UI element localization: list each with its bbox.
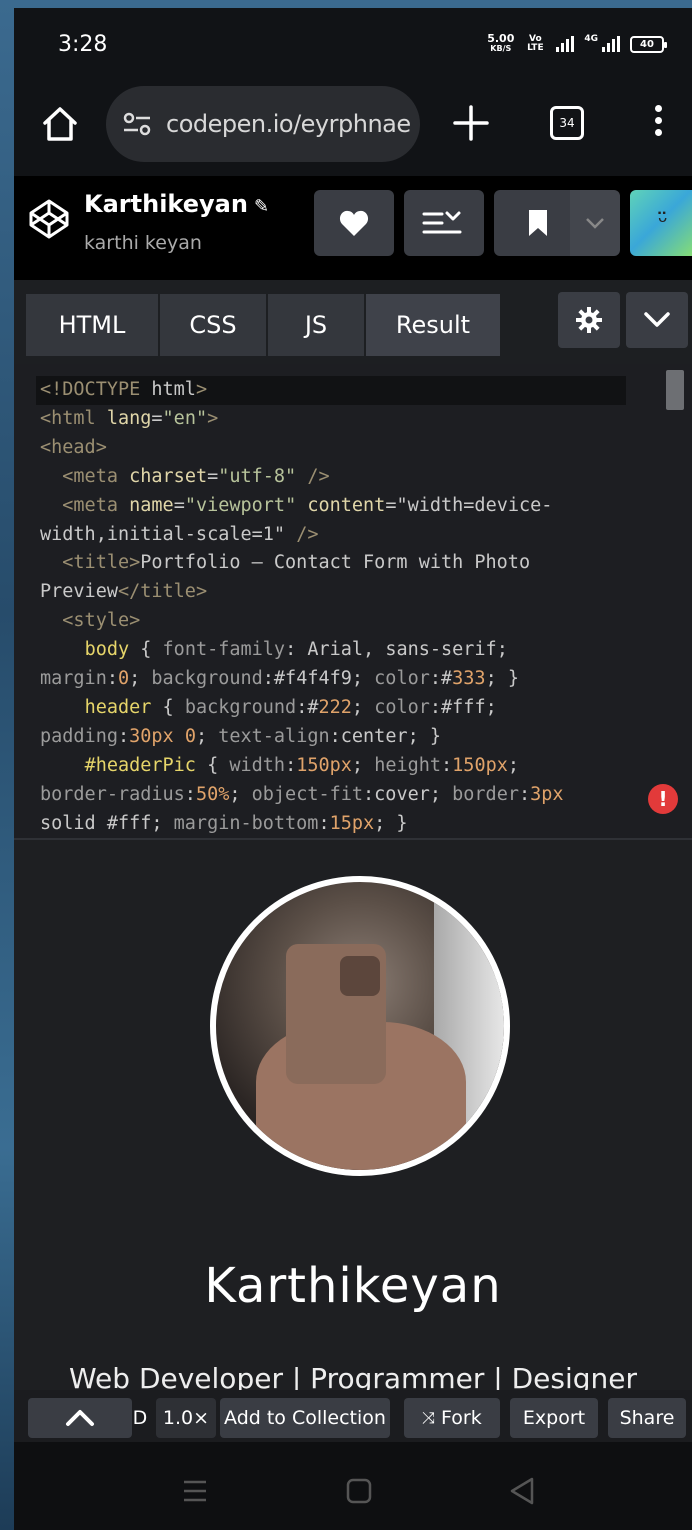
profile-photo: [210, 876, 510, 1176]
avatar-face-icon: ᵕ̈: [658, 208, 668, 236]
tab-css[interactable]: CSS: [160, 294, 266, 356]
tab-switcher-button[interactable]: 34: [550, 106, 584, 140]
bookmark-button[interactable]: [494, 190, 582, 256]
error-indicator-icon[interactable]: !: [648, 784, 678, 814]
network-speed-unit: KB/S: [490, 44, 512, 53]
user-avatar[interactable]: ᵕ̈: [630, 190, 692, 256]
pen-username[interactable]: karthi keyan: [84, 232, 202, 254]
code-line: <style>: [62, 610, 141, 632]
code-editor[interactable]: <!DOCTYPE html> <html lang="en"> <head> <m…: [14, 364, 692, 838]
phone-screen: 3:28 5.00 KB/S Vo LTE 4G 40 codepen.io/e: [14, 8, 692, 1530]
code-line: body { font-family: Arial, sans-serif;: [84, 639, 508, 661]
code-line: margin:0; background:#f4f4f9; color:#333…: [40, 668, 519, 690]
list-chevron-icon: [422, 211, 462, 234]
pen-author-name[interactable]: Karthikeyan ✎: [84, 190, 269, 218]
gear-icon: [576, 307, 602, 333]
editor-tab-bar: HTML CSS JS Result: [14, 280, 692, 364]
recent-apps-icon[interactable]: [182, 1480, 208, 1502]
code-line: border-radius:50%; object-fit:cover; bor…: [40, 783, 564, 805]
code-line: <title>Portfolio – Contact Form with Pho…: [62, 552, 531, 574]
codepen-logo-icon[interactable]: [28, 198, 70, 240]
site-settings-icon[interactable]: [122, 112, 152, 136]
signal-icon-2: [602, 36, 620, 52]
fork-label: Fork: [441, 1407, 482, 1429]
chevron-down-icon: [644, 312, 670, 327]
like-button[interactable]: [314, 190, 394, 256]
bookmark-icon: [529, 210, 547, 236]
zoom-button[interactable]: 1.0×: [156, 1398, 216, 1438]
heart-icon: [339, 210, 369, 236]
expand-console-button[interactable]: [28, 1398, 132, 1438]
code-line: <head>: [40, 436, 107, 458]
new-tab-icon[interactable]: [452, 104, 490, 142]
code-line: Preview</title>: [40, 581, 208, 603]
network-type-icon: 4G: [584, 34, 598, 44]
settings-button[interactable]: [558, 292, 620, 348]
bookmark-dropdown-button[interactable]: [570, 190, 620, 256]
code-line: width,initial-scale=1" />: [40, 523, 319, 545]
add-to-collection-button[interactable]: Add to Collection: [220, 1398, 390, 1438]
fork-icon: ⤨: [422, 1408, 436, 1427]
fork-button[interactable]: ⤨ Fork: [404, 1398, 500, 1438]
result-preview: Karthikeyan Web Developer | Programmer |…: [14, 838, 692, 1395]
chevron-up-icon: [66, 1410, 94, 1426]
status-time: 3:28: [58, 32, 108, 57]
status-bar: 3:28 5.00 KB/S Vo LTE 4G 40: [14, 8, 692, 76]
editor-scrollbar[interactable]: [666, 370, 684, 410]
share-button[interactable]: Share: [608, 1398, 686, 1438]
system-nav-bar: [14, 1442, 692, 1530]
browser-toolbar: codepen.io/eyrphnae 34: [14, 76, 692, 174]
code-line: solid #fff; margin-bottom:15px; }: [40, 812, 408, 834]
status-icons: 5.00 KB/S Vo LTE 4G 40: [487, 32, 667, 54]
code-line: header { background:#222; color:#fff;: [84, 696, 497, 718]
back-icon[interactable]: [508, 1476, 536, 1506]
network-speed: 5.00 KB/S: [487, 32, 515, 54]
code-line: <meta name="viewport" content="width=dev…: [62, 494, 553, 516]
tab-js[interactable]: JS: [268, 294, 364, 356]
edit-pencil-icon[interactable]: ✎: [254, 196, 269, 217]
chevron-down-icon: [586, 218, 604, 229]
network-speed-value: 5.00: [487, 32, 515, 45]
codepen-header: Karthikeyan ✎ karthi keyan ᵕ̈: [14, 176, 692, 280]
address-bar[interactable]: codepen.io/eyrphnae: [106, 86, 420, 162]
home-nav-icon[interactable]: [346, 1478, 372, 1504]
code-line: <meta charset="utf-8" />: [62, 465, 330, 487]
add-to-list-button[interactable]: [404, 190, 484, 256]
battery-icon: 40: [630, 35, 667, 53]
code-line: #headerPic { width:150px; height:150px;: [84, 754, 520, 776]
pen-bottom-toolbar: D 1.0× Add to Collection ⤨ Fork Export Sh…: [14, 1390, 692, 1442]
volte-icon: Vo LTE: [527, 34, 544, 53]
author-text: Karthikeyan: [84, 190, 248, 218]
signal-icon: [556, 36, 575, 52]
url-text: codepen.io/eyrphnae: [166, 110, 411, 138]
export-button[interactable]: Export: [510, 1398, 598, 1438]
tab-result[interactable]: Result: [366, 294, 500, 356]
tab-html[interactable]: HTML: [26, 294, 158, 356]
home-icon[interactable]: [40, 104, 80, 144]
collapse-editor-button[interactable]: [626, 292, 688, 348]
browser-menu-icon[interactable]: [648, 102, 668, 144]
details-button[interactable]: D: [126, 1398, 154, 1438]
code-line: <!DOCTYPE html>: [36, 376, 626, 405]
preview-name: Karthikeyan: [204, 1258, 502, 1314]
code-line: <html lang="en">: [40, 407, 219, 429]
code-line: padding:30px 0; text-align:center; }: [40, 725, 442, 747]
